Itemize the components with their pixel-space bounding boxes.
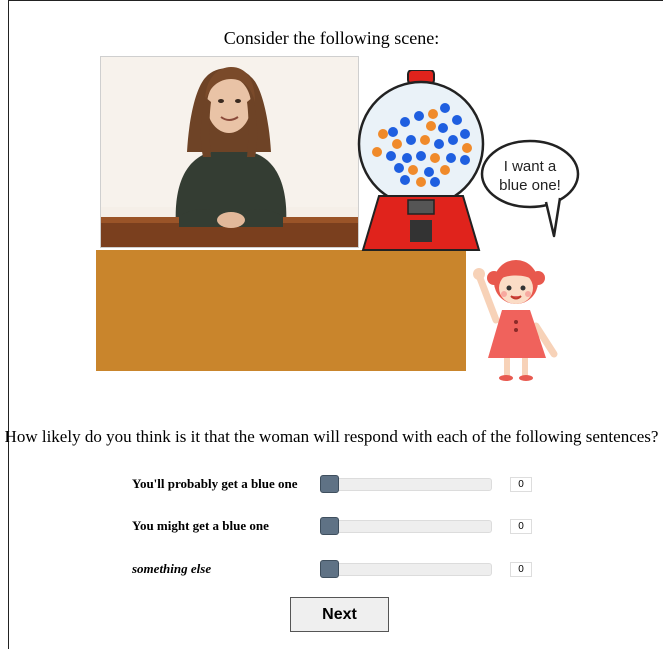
- slider-label: something else: [132, 561, 212, 576]
- slider-label: You'll probably get a blue one: [132, 476, 298, 491]
- next-button[interactable]: Next: [290, 597, 389, 632]
- slider-thumb[interactable]: [320, 517, 339, 535]
- question-text: How likely do you think is it that the w…: [4, 427, 659, 446]
- slider-thumb[interactable]: [320, 475, 339, 493]
- speech-bubble: I want a blue one!: [480, 139, 580, 238]
- slider-row: You might get a blue one 0: [0, 512, 663, 542]
- slider-label: You might get a blue one: [132, 518, 269, 533]
- slider-track[interactable]: [320, 478, 492, 491]
- slider-row: You'll probably get a blue one 0: [0, 470, 663, 500]
- scene-illustration: I want a blue one!: [0, 0, 663, 400]
- slider-track[interactable]: [320, 520, 492, 533]
- counter: [96, 250, 466, 371]
- slider-value: 0: [510, 519, 532, 534]
- speech-bubble-line1: I want a: [504, 158, 557, 175]
- slider-value: 0: [510, 562, 532, 577]
- slider-track[interactable]: [320, 563, 492, 576]
- slider-thumb[interactable]: [320, 560, 339, 578]
- slider-value: 0: [510, 477, 532, 492]
- speech-bubble-line2: blue one!: [499, 177, 561, 194]
- woman-photo: [100, 56, 359, 248]
- gumball-machine: [357, 70, 485, 251]
- slider-row: something else 0: [0, 555, 663, 585]
- child-illustration: [473, 260, 558, 381]
